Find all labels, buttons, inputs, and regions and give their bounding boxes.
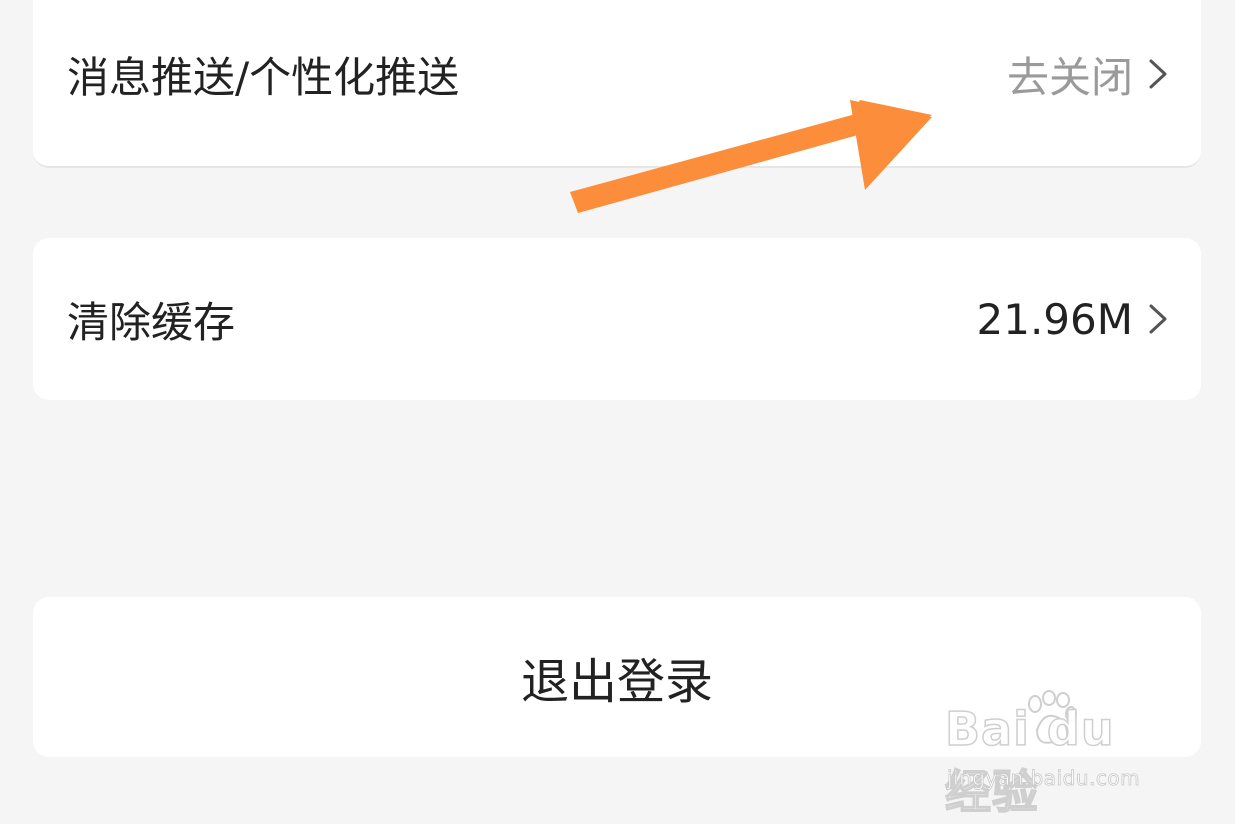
baidu-watermark: Bai du 经验 jingyan.baidu.com xyxy=(944,690,1175,820)
chevron-right-icon xyxy=(1149,304,1167,334)
clear-cache-row[interactable]: 清除缓存 21.96M xyxy=(33,238,1201,400)
pointer-arrow-icon xyxy=(570,100,932,213)
clear-cache-card: 清除缓存 21.96M xyxy=(33,238,1201,400)
chevron-right-icon xyxy=(1149,59,1167,89)
watermark-brand: Bai du 经验 xyxy=(944,701,1115,820)
watermark-url: jingyan.baidu.com xyxy=(947,766,1141,791)
push-settings-value: 去关闭 xyxy=(1006,52,1133,102)
cache-size-value: 21.96M xyxy=(976,294,1133,344)
clear-cache-label: 清除缓存 xyxy=(67,297,236,347)
